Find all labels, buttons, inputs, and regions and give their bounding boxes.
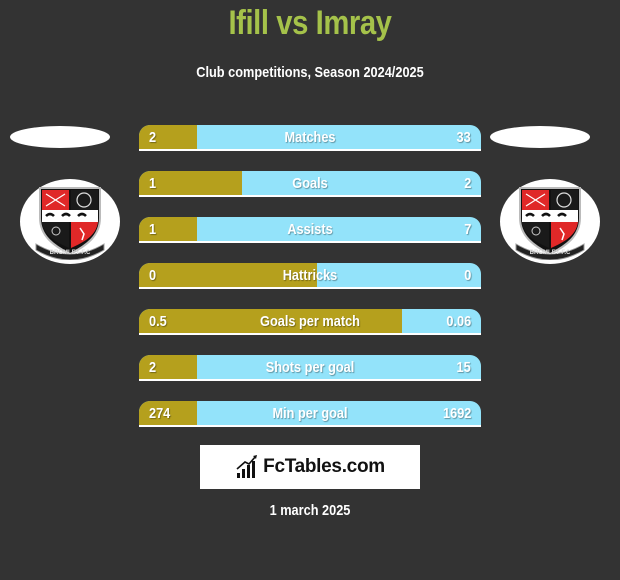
match-date: 1 march 2025 xyxy=(269,502,351,519)
brand-name: FcTables.com xyxy=(263,456,385,477)
competition-subtitle: Club competitions, Season 2024/2025 xyxy=(196,64,424,81)
stat-row-shots-per-goal: Shots per goal 2 15 xyxy=(139,355,481,381)
left-value: 1 xyxy=(149,221,157,238)
right-value: 7 xyxy=(463,221,471,238)
stat-label: Min per goal xyxy=(272,405,348,422)
stat-label: Assists xyxy=(287,221,333,238)
bar-chart-icon xyxy=(236,455,258,478)
stat-row-goals: Goals 1 2 xyxy=(139,171,481,197)
right-value: 0.06 xyxy=(446,313,471,330)
left-value: 2 xyxy=(149,129,157,146)
left-team-logo: BROMLEY-F.C xyxy=(20,179,120,264)
left-value: 0.5 xyxy=(149,313,167,330)
page-title: Ifill vs Imray xyxy=(228,4,392,42)
stat-row-hattricks: Hattricks 0 0 xyxy=(139,263,481,289)
bromley-fc-crest-icon: BROMLEY-F.C xyxy=(35,186,105,260)
left-value: 0 xyxy=(149,267,157,284)
right-team-logo: BROMLEY-F.C xyxy=(500,179,600,264)
stat-label: Goals per match xyxy=(260,313,360,330)
right-value: 15 xyxy=(456,359,471,376)
stat-row-assists: Assists 1 7 xyxy=(139,217,481,243)
stat-row-goals-per-match: Goals per match 0.5 0.06 xyxy=(139,309,481,335)
right-value: 0 xyxy=(463,267,471,284)
left-value: 2 xyxy=(149,359,157,376)
right-value: 2 xyxy=(463,175,471,192)
left-value: 1 xyxy=(149,175,157,192)
right-value: 1692 xyxy=(442,405,471,422)
right-value: 33 xyxy=(456,129,471,146)
stat-label: Hattricks xyxy=(282,267,338,284)
fctables-brand-link[interactable]: FcTables.com xyxy=(200,445,420,489)
right-player-placeholder xyxy=(490,126,590,148)
left-value: 274 xyxy=(149,405,171,422)
bromley-fc-crest-icon: BROMLEY-F.C xyxy=(515,186,585,260)
stat-row-matches: Matches 2 33 xyxy=(139,125,481,151)
stat-row-min-per-goal: Min per goal 274 1692 xyxy=(139,401,481,427)
left-player-placeholder xyxy=(10,126,110,148)
stat-label: Matches xyxy=(284,129,336,146)
stat-label: Goals xyxy=(292,175,328,192)
crest-text: BROMLEY-F.C xyxy=(50,250,91,256)
crest-text: BROMLEY-F.C xyxy=(530,250,571,256)
stat-label: Shots per goal xyxy=(265,359,355,376)
